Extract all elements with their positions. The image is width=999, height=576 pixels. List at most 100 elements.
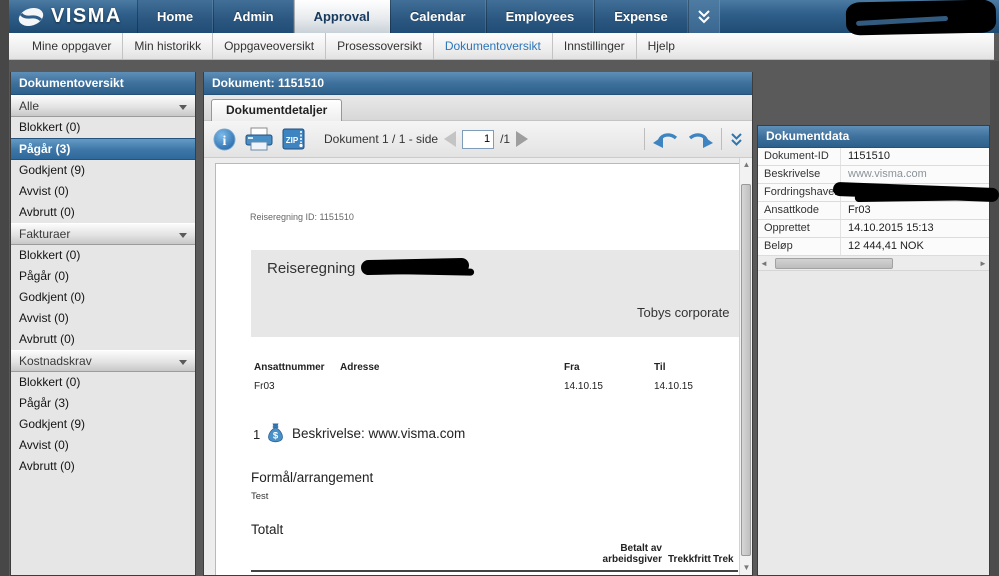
sidebar-group-alle[interactable]: Alle <box>11 95 195 117</box>
svg-text:ZIP: ZIP <box>286 136 299 145</box>
company-name: Tobys corporate <box>637 305 730 320</box>
footer-column-trekkfritt: Trekkfritt <box>668 554 711 565</box>
totals-divider-line <box>251 570 738 572</box>
info-button[interactable]: i <box>213 128 236 151</box>
nav-tab-calendar[interactable]: Calendar <box>389 0 486 33</box>
nav-tab-home[interactable]: Home <box>137 0 214 33</box>
data-panel-horizontal-scrollbar[interactable]: ◄ ► <box>758 256 989 271</box>
toolbar-separator <box>721 128 722 150</box>
sidebar-item-fakturaer-blokkert[interactable]: Blokkert (0) <box>11 245 195 266</box>
purpose-value: Test <box>251 491 269 502</box>
menu-item-prosessoversikt[interactable]: Prosessoversikt <box>325 33 433 59</box>
nav-tab-expense[interactable]: Expense <box>594 0 688 33</box>
value-til-dato: 14.10.15 <box>654 381 693 392</box>
nav-tab-employees[interactable]: Employees <box>485 0 595 33</box>
data-label: Fordringshaver <box>758 184 841 201</box>
document-viewer: Reiseregning ID: 1151510 Reiseregning To… <box>204 158 752 575</box>
collapse-toolbar-button[interactable] <box>730 132 743 147</box>
page-number-input[interactable] <box>462 129 495 149</box>
document-panel-title: Dokument: 1151510 <box>204 72 752 95</box>
menu-item-dokumentoversikt[interactable]: Dokumentoversikt <box>432 33 552 59</box>
rotate-right-button[interactable] <box>687 130 713 149</box>
redacted-employee-name <box>360 257 470 276</box>
sidebar-item-alle-blokkert[interactable]: Blokkert (0) <box>11 117 195 138</box>
rotate-left-button[interactable] <box>653 130 679 149</box>
caret-down-icon <box>179 233 187 238</box>
menu-bar: Mine oppgaver Min historikk Oppgaveovers… <box>9 33 994 60</box>
scrollbar-thumb[interactable] <box>775 257 893 269</box>
scroll-right-arrow-icon[interactable]: ► <box>977 259 989 268</box>
scroll-down-arrow-icon[interactable]: ▼ <box>740 561 752 575</box>
document-toolbar: i ZIP Dokument 1 / 1 - side 1 /1 <box>204 121 752 158</box>
expense-description: Beskrivelse: www.visma.com <box>292 426 466 441</box>
scroll-left-arrow-icon[interactable]: ◄ <box>758 259 770 268</box>
scrollbar-track[interactable] <box>770 257 977 269</box>
svg-text:i: i <box>223 134 227 149</box>
visma-logo: VISMA <box>9 0 137 33</box>
app-window: VISMA Home Admin Approval Calendar Emplo… <box>0 0 999 576</box>
money-bag-icon: $ <box>267 422 284 448</box>
data-value: Fr03 <box>848 204 871 216</box>
sidebar-item-kostnadskrav-godkjent[interactable]: Godkjent (9) <box>11 414 195 435</box>
window-edge-right <box>990 61 999 576</box>
download-zip-button[interactable]: ZIP <box>282 127 307 151</box>
data-value: 12 444,41 NOK <box>848 240 924 252</box>
data-row-belop: Beløp 12 444,41 NOK <box>758 238 989 256</box>
info-icon: i <box>213 128 236 150</box>
column-header-adresse: Adresse <box>340 362 380 373</box>
brand-text: VISMA <box>51 5 122 27</box>
sidebar-item-alle-avvist[interactable]: Avvist (0) <box>11 181 195 202</box>
sidebar-title: Dokumentoversikt <box>11 72 195 95</box>
footer-column-betalt-av: Betalt av arbeidsgiver <box>584 543 662 565</box>
viewer-vertical-scrollbar[interactable]: ▲ ▼ <box>739 158 752 575</box>
document-tabstrip: Dokumentdetaljer <box>204 95 752 121</box>
undo-arrow-icon <box>653 132 678 148</box>
chevron-double-down-icon <box>731 132 742 146</box>
value-ansattnummer: Fr03 <box>254 381 275 392</box>
value-fra-dato: 14.10.15 <box>564 381 603 392</box>
expense-line-number: 1 <box>253 427 261 442</box>
previous-page-button[interactable] <box>444 131 457 147</box>
sidebar-item-alle-godkjent[interactable]: Godkjent (9) <box>11 160 195 181</box>
next-page-button[interactable] <box>516 131 529 147</box>
sidebar-item-fakturaer-godkjent[interactable]: Godkjent (0) <box>11 287 195 308</box>
sidebar-item-kostnadskrav-pagar[interactable]: Pågår (3) <box>11 393 195 414</box>
report-banner: Reiseregning Tobys corporate <box>251 250 740 337</box>
column-header-ansattnummer: Ansattnummer <box>254 362 325 373</box>
scroll-up-arrow-icon[interactable]: ▲ <box>740 158 752 172</box>
tab-dokumentdetaljer[interactable]: Dokumentdetaljer <box>211 99 343 121</box>
sidebar-item-fakturaer-avbrutt[interactable]: Avbrutt (0) <box>11 329 195 350</box>
document-overview-sidebar: Dokumentoversikt Alle Blokkert (0) Pågår… <box>10 72 196 576</box>
scrollbar-thumb[interactable] <box>741 184 751 556</box>
menu-item-hjelp[interactable]: Hjelp <box>635 33 686 59</box>
nav-tab-admin[interactable]: Admin <box>213 0 294 33</box>
data-label: Beskrivelse <box>758 166 841 183</box>
data-row-beskrivelse: Beskrivelse www.visma.com <box>758 166 989 184</box>
sidebar-item-alle-avbrutt[interactable]: Avbrutt (0) <box>11 202 195 223</box>
group-label: Alle <box>19 99 40 113</box>
report-title: Reiseregning <box>267 260 356 277</box>
sidebar-item-kostnadskrav-avvist[interactable]: Avvist (0) <box>11 435 195 456</box>
data-label: Beløp <box>758 238 841 255</box>
menu-item-min-historikk[interactable]: Min historikk <box>122 33 212 59</box>
sidebar-item-kostnadskrav-avbrutt[interactable]: Avbrutt (0) <box>11 456 195 477</box>
nav-more-tabs-button[interactable] <box>687 0 720 33</box>
sidebar-item-fakturaer-avvist[interactable]: Avvist (0) <box>11 308 195 329</box>
sidebar-item-fakturaer-pagar[interactable]: Pågår (0) <box>11 266 195 287</box>
sidebar-group-fakturaer[interactable]: Fakturaer <box>11 223 195 245</box>
print-button[interactable] <box>245 127 273 151</box>
report-id-line: Reiseregning ID: 1151510 <box>250 212 354 222</box>
sidebar-item-kostnadskrav-blokkert[interactable]: Blokkert (0) <box>11 372 195 393</box>
sidebar-item-alle-pagar[interactable]: Pågår (3) <box>11 138 195 160</box>
menu-item-innstillinger[interactable]: Innstillinger <box>551 33 636 59</box>
caret-down-icon <box>179 105 187 110</box>
pagination-label: Dokument 1 / 1 - side <box>324 132 439 146</box>
menu-item-mine-oppgaver[interactable]: Mine oppgaver <box>21 33 122 59</box>
document-page: Reiseregning ID: 1151510 Reiseregning To… <box>215 163 741 575</box>
sidebar-group-kostnadskrav[interactable]: Kostnadskrav <box>11 350 195 372</box>
nav-tab-approval[interactable]: Approval <box>293 0 390 33</box>
toolbar-separator <box>644 128 645 150</box>
menu-item-oppgaveoversikt[interactable]: Oppgaveoversikt <box>212 33 325 59</box>
window-edge-left <box>0 0 9 576</box>
data-row-opprettet: Opprettet 14.10.2015 15:13 <box>758 220 989 238</box>
